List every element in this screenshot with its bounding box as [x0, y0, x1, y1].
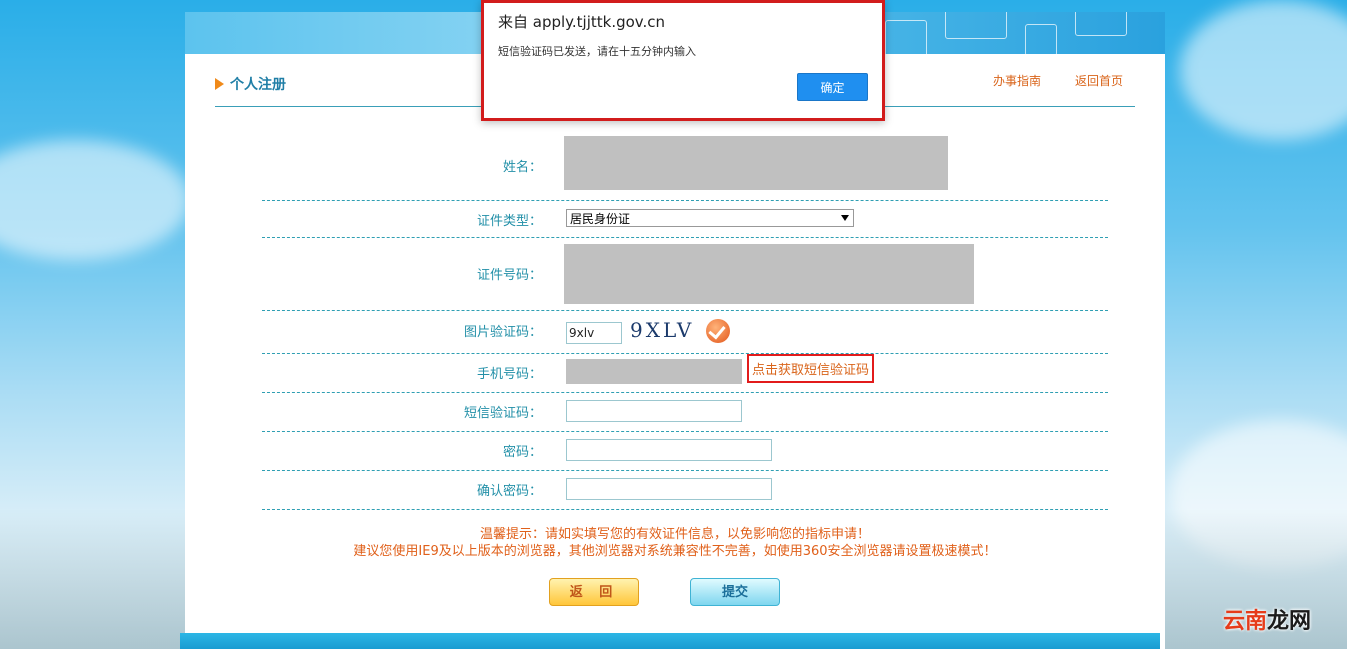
alert-dialog: 来自 apply.tjjttk.gov.cn 短信验证码已发送，请在十五分钟内输…: [481, 0, 885, 121]
site-watermark: 云南龙网: [1223, 603, 1311, 635]
get-sms-code-link[interactable]: 点击获取短信验证码: [747, 354, 875, 383]
banner-decoration: [885, 20, 927, 54]
title-group: 个人注册: [215, 74, 286, 94]
id-type-select[interactable]: 居民身份证: [566, 209, 854, 227]
footer-bar: [180, 633, 1160, 649]
form-row-phone: 手机号码： 点击获取短信验证码: [262, 353, 1108, 393]
sms-code-label: 短信验证码：: [463, 406, 542, 421]
name-input-redacted[interactable]: [564, 136, 948, 190]
password-input[interactable]: [566, 439, 772, 461]
form-row-id-type: 证件类型： 居民身份证: [262, 200, 1108, 238]
id-number-input-redacted[interactable]: [564, 244, 974, 304]
captcha-label: 图片验证码：: [463, 325, 542, 340]
form-row-id-number: 证件号码：: [262, 237, 1108, 311]
banner-decoration: [945, 12, 1007, 39]
page-title: 个人注册: [230, 77, 286, 93]
cloud-decoration: [1180, 0, 1347, 140]
confirm-password-input[interactable]: [566, 478, 772, 500]
tip-line-2: 建议您使用IE9及以上版本的浏览器，其他浏览器对系统兼容性不完善，如使用360安…: [353, 544, 997, 559]
city-background: [0, 509, 185, 649]
phone-label: 手机号码：: [476, 367, 542, 382]
phone-input-redacted[interactable]: [566, 359, 742, 384]
form-row-confirm-password: 确认密码：: [262, 470, 1108, 510]
form-row-captcha: 图片验证码： 9xlv 9XLV: [262, 310, 1108, 354]
dialog-title: 来自 apply.tjjttk.gov.cn: [498, 13, 666, 31]
watermark-dark: 龙网: [1266, 609, 1311, 634]
guide-link[interactable]: 办事指南: [993, 72, 1041, 89]
password-label: 密码：: [502, 445, 542, 460]
confirm-password-label: 确认密码：: [476, 484, 542, 499]
check-icon: [706, 319, 730, 343]
dialog-ok-button[interactable]: 确定: [797, 73, 868, 101]
arrow-right-icon: [215, 78, 224, 90]
form-row-name: 姓名：: [262, 136, 1108, 201]
banner-decoration: [1075, 12, 1127, 36]
id-type-value: 居民身份证: [570, 212, 631, 226]
captcha-input[interactable]: 9xlv: [566, 322, 622, 344]
back-button[interactable]: 返 回: [549, 578, 639, 606]
sms-code-input[interactable]: [566, 400, 742, 422]
top-links: 办事指南 返回首页: [993, 72, 1123, 89]
id-type-label: 证件类型：: [476, 214, 542, 229]
id-number-label: 证件号码：: [476, 268, 542, 283]
form-row-password: 密码：: [262, 431, 1108, 471]
captcha-image[interactable]: 9XLV: [630, 318, 694, 342]
cloud-decoration: [0, 140, 190, 260]
warm-tip: 温馨提示：请如实填写您的有效证件信息，以免影响您的指标申请！ 建议您使用IE9及…: [185, 526, 1165, 560]
submit-button[interactable]: 提交: [690, 578, 780, 606]
dialog-message: 短信验证码已发送，请在十五分钟内输入: [498, 45, 696, 58]
home-link[interactable]: 返回首页: [1075, 72, 1123, 89]
form-row-sms-code: 短信验证码：: [262, 392, 1108, 432]
watermark-red: 云南: [1222, 609, 1267, 634]
tip-line-1: 温馨提示：请如实填写您的有效证件信息，以免影响您的指标申请！: [479, 527, 870, 542]
chevron-down-icon: [841, 215, 849, 221]
banner-decoration: [1025, 24, 1057, 54]
name-label: 姓名：: [502, 160, 542, 175]
